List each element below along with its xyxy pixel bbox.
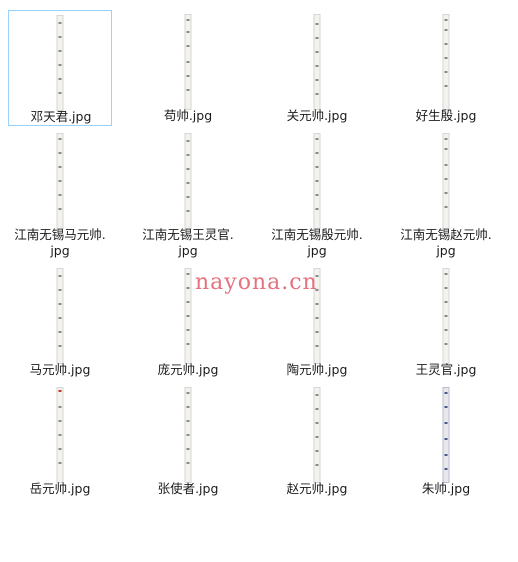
file-name: 朱帅.jpg	[421, 481, 471, 496]
image-thumbnail	[56, 133, 64, 229]
watermark-text: nayona.cn	[195, 270, 318, 295]
image-thumbnail	[442, 14, 450, 110]
file-item[interactable]: 赵元帅.jpg	[265, 383, 369, 499]
file-item[interactable]: 江南无锡赵元帅. jpg	[394, 129, 498, 261]
file-item[interactable]: 马元帅.jpg	[8, 264, 112, 380]
file-item[interactable]: 苟帅.jpg	[136, 10, 240, 126]
image-thumbnail	[56, 15, 64, 111]
file-name: 江南无锡王灵官. jpg	[142, 227, 234, 258]
file-item[interactable]: 好生殷.jpg	[394, 10, 498, 126]
file-name: 张使者.jpg	[157, 481, 219, 496]
image-thumbnail	[313, 14, 321, 110]
file-name: 庞元帅.jpg	[157, 362, 219, 377]
file-name: 陶元帅.jpg	[286, 362, 348, 377]
image-thumbnail	[313, 387, 321, 483]
image-thumbnail	[184, 14, 192, 110]
file-item[interactable]: 邓天君.jpg	[8, 10, 112, 126]
image-thumbnail	[56, 268, 64, 364]
file-name: 关元帅.jpg	[286, 108, 348, 123]
file-item[interactable]: 关元帅.jpg	[265, 10, 369, 126]
image-thumbnail	[442, 133, 450, 229]
file-name: 江南无锡赵元帅. jpg	[400, 227, 492, 258]
image-thumbnail	[184, 268, 192, 364]
file-item[interactable]: 江南无锡马元帅. jpg	[8, 129, 112, 261]
file-name: 岳元帅.jpg	[29, 481, 91, 496]
file-item[interactable]: 岳元帅.jpg	[8, 383, 112, 499]
file-item[interactable]: 江南无锡王灵官. jpg	[136, 129, 240, 261]
image-thumbnail	[184, 133, 192, 229]
file-name: 好生殷.jpg	[415, 108, 477, 123]
file-item[interactable]: 王灵官.jpg	[394, 264, 498, 380]
image-thumbnail	[442, 268, 450, 364]
file-name: 苟帅.jpg	[163, 108, 213, 123]
file-name: 邓天君.jpg	[30, 109, 92, 124]
image-thumbnail	[184, 387, 192, 483]
file-item[interactable]: 江南无锡殷元帅. jpg	[265, 129, 369, 261]
file-name: 马元帅.jpg	[29, 362, 91, 377]
image-thumbnail	[442, 387, 450, 483]
file-item[interactable]: 张使者.jpg	[136, 383, 240, 499]
image-thumbnail	[313, 133, 321, 229]
file-item[interactable]: 朱帅.jpg	[394, 383, 498, 499]
file-name: 王灵官.jpg	[415, 362, 477, 377]
file-name: 江南无锡马元帅. jpg	[14, 227, 106, 258]
image-thumbnail	[56, 387, 64, 483]
file-name: 赵元帅.jpg	[286, 481, 348, 496]
file-name: 江南无锡殷元帅. jpg	[271, 227, 363, 258]
